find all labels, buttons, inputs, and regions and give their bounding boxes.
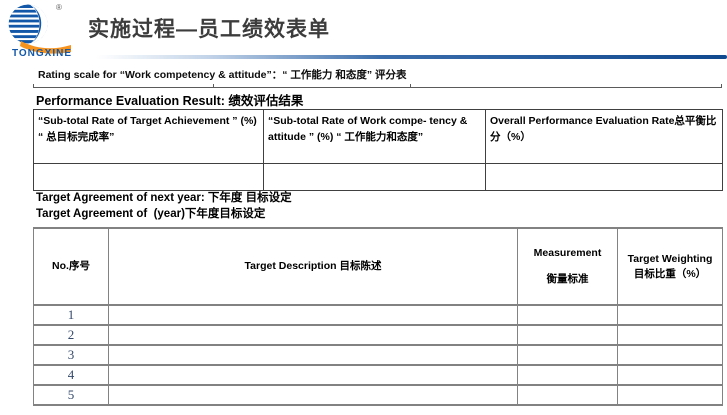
cell-weighting[interactable] <box>618 385 723 405</box>
cell-weighting[interactable] <box>618 345 723 365</box>
header-overall-rate: Overall Performance Evaluation Rate总平衡比分… <box>486 110 723 164</box>
header-work-competency: “Sub-total Rate of Work compe- tency & a… <box>264 110 486 164</box>
divider-stub <box>33 84 34 87</box>
target-agreement-caption: Target Agreement of next year: 下年度 目标设定 <box>36 189 292 205</box>
cell-measurement[interactable] <box>518 345 618 365</box>
divider-stub <box>410 84 411 87</box>
header-no: No.序号 <box>34 228 109 305</box>
cell-description[interactable] <box>109 345 518 365</box>
header-measurement-en: Measurement <box>522 246 613 261</box>
registered-trademark-icon: ® <box>56 3 62 12</box>
cell-measurement[interactable] <box>518 385 618 405</box>
table-row <box>34 164 723 191</box>
cell-weighting[interactable] <box>618 305 723 325</box>
row-number: 2 <box>34 325 109 345</box>
header-measurement: Measurement 衡量标准 <box>518 228 618 305</box>
cell-description[interactable] <box>109 305 518 325</box>
table-row: 5 <box>34 385 723 405</box>
row-number: 5 <box>34 385 109 405</box>
cell-description[interactable] <box>109 325 518 345</box>
cell-description[interactable] <box>109 365 518 385</box>
table-header-row: No.序号 Target Description 目标陈述 Measuremen… <box>34 228 723 305</box>
header-target-weighting: Target Weighting 目标比重（%） <box>618 228 723 305</box>
cell-overall-rate-value[interactable] <box>486 164 723 191</box>
cell-measurement[interactable] <box>518 365 618 385</box>
table-header-row: “Sub-total Rate of Target Achievement ” … <box>34 110 723 164</box>
cell-measurement[interactable] <box>518 305 618 325</box>
rating-scale-caption: Rating scale for “Work competency & atti… <box>38 67 407 82</box>
cell-target-achievement-value[interactable] <box>34 164 264 191</box>
divider-stub <box>721 84 722 87</box>
table-row: 4 <box>34 365 723 385</box>
target-agreement-year-caption: Target Agreement of (year)下年度目标设定 <box>36 205 265 221</box>
page-title: 实施过程—员工绩效表单 <box>88 13 330 43</box>
section-divider <box>33 87 722 88</box>
cell-description[interactable] <box>109 385 518 405</box>
target-agreement-table: No.序号 Target Description 目标陈述 Measuremen… <box>33 227 723 406</box>
cell-weighting[interactable] <box>618 325 723 345</box>
table-row: 2 <box>34 325 723 345</box>
header-target-achievement: “Sub-total Rate of Target Achievement ” … <box>34 110 264 164</box>
row-number: 4 <box>34 365 109 385</box>
tongxine-logo: ® TONGXINE <box>4 2 80 62</box>
header-target-description: Target Description 目标陈述 <box>109 228 518 305</box>
divider-stub <box>213 84 214 87</box>
table-row: 1 <box>34 305 723 325</box>
cell-measurement[interactable] <box>518 325 618 345</box>
performance-result-table: “Sub-total Rate of Target Achievement ” … <box>33 109 723 191</box>
performance-result-heading: Performance Evaluation Result: 绩效评估结果 <box>36 90 303 109</box>
brand-name: TONGXINE <box>4 48 80 59</box>
cell-weighting[interactable] <box>618 365 723 385</box>
row-number: 3 <box>34 345 109 365</box>
cell-work-competency-value[interactable] <box>264 164 486 191</box>
header-divider <box>96 55 727 59</box>
table-row: 3 <box>34 345 723 365</box>
performance-form-page: ® TONGXINE 实施过程—员工绩效表单 Rating scale for … <box>0 0 727 415</box>
row-number: 1 <box>34 305 109 325</box>
header-measurement-zh: 衡量标准 <box>522 272 613 287</box>
